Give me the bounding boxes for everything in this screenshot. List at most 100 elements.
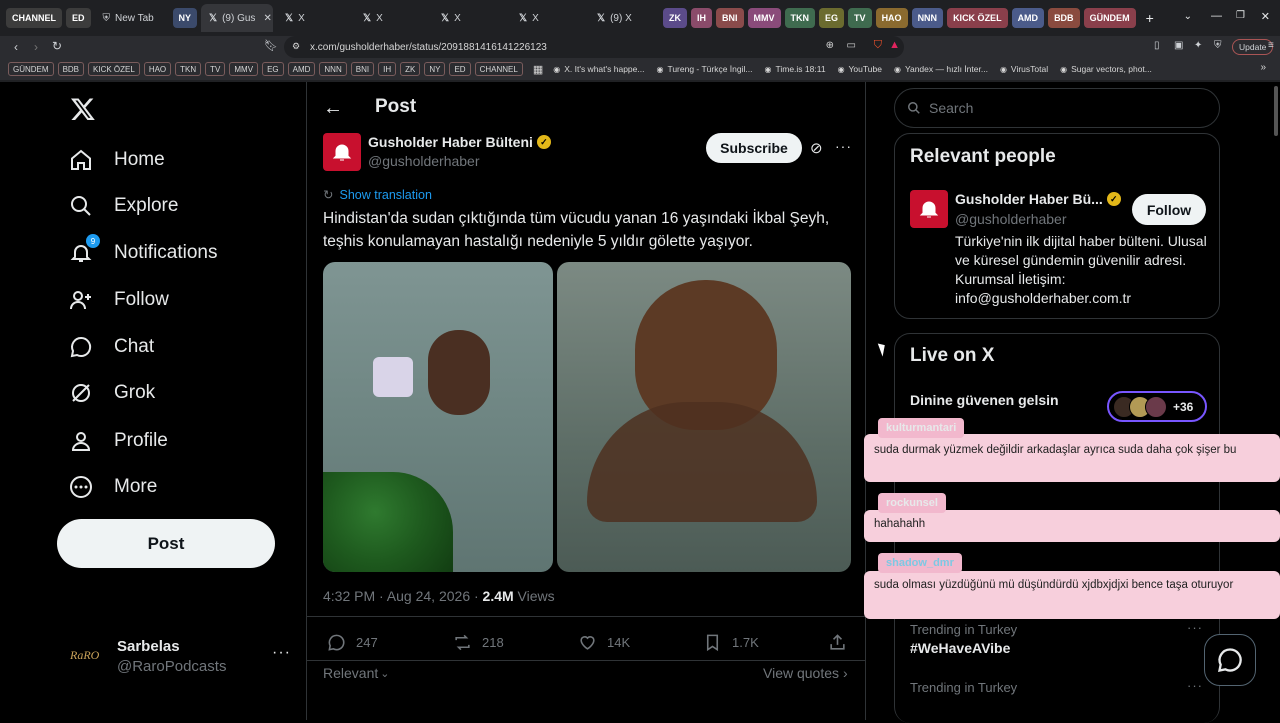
nav-grok[interactable]: Grok bbox=[68, 378, 155, 408]
cast-icon[interactable]: ▭ bbox=[847, 40, 856, 51]
bookmark-folder[interactable]: NY bbox=[424, 62, 446, 76]
sidebar-icon[interactable]: ▯ bbox=[1154, 40, 1160, 51]
nav-home[interactable]: Home bbox=[68, 145, 165, 175]
author-name-row[interactable]: Gusholder Haber Bülteni ✓ bbox=[368, 134, 551, 150]
window-close-icon[interactable]: ✕ bbox=[1261, 10, 1270, 23]
more-dots-icon[interactable]: ··· bbox=[1187, 620, 1203, 635]
bookmark-folder[interactable]: CHANNEL bbox=[474, 62, 523, 76]
search-input[interactable]: Search bbox=[894, 88, 1220, 128]
bookmark-link[interactable]: ◉ X. It's what's happe... bbox=[553, 64, 644, 74]
tab-x[interactable]: 𝕏X bbox=[433, 4, 507, 32]
floating-chat-button[interactable] bbox=[1204, 634, 1256, 686]
more-dots-icon[interactable]: ··· bbox=[272, 644, 291, 662]
bookmark-link[interactable]: ◉ Tureng - Türkçe İngil... bbox=[656, 64, 752, 74]
tab-group-pill[interactable]: IH bbox=[691, 8, 713, 28]
bookmark-button[interactable]: 1.7K bbox=[703, 633, 759, 652]
bookmark-link[interactable]: ◉ YouTube bbox=[838, 64, 882, 74]
live-listeners[interactable]: +36 bbox=[1107, 391, 1207, 422]
tab-group-pill[interactable]: NNN bbox=[911, 8, 944, 28]
tab-group-pill[interactable]: GÜNDEM bbox=[1083, 8, 1136, 28]
tab-x-notif[interactable]: 𝕏 (9) X bbox=[589, 4, 659, 32]
tab-group-pill[interactable]: AMD bbox=[1011, 8, 1045, 28]
minimize-icon[interactable]: — bbox=[1211, 10, 1222, 22]
nav-more[interactable]: More bbox=[68, 472, 157, 502]
back-arrow-icon[interactable]: ← bbox=[323, 97, 343, 120]
tab-x[interactable]: 𝕏X bbox=[277, 4, 351, 32]
wallet-icon[interactable]: ▣ bbox=[1174, 40, 1183, 51]
forward-icon[interactable]: › bbox=[34, 40, 38, 54]
bookmark-icon[interactable]: 🔖︎ bbox=[264, 39, 278, 52]
post-button[interactable]: Post bbox=[57, 519, 275, 568]
more-bookmarks-icon[interactable]: » bbox=[1260, 62, 1266, 73]
chevron-down-icon[interactable]: ⌄ bbox=[1184, 11, 1192, 22]
show-translation-link[interactable]: ↻ Show translation bbox=[323, 187, 432, 203]
account-switcher[interactable]: RaRO Sarbelas @RaroPodcasts ··· bbox=[60, 636, 300, 680]
bookmark-folder[interactable]: ED bbox=[449, 62, 471, 76]
page-scrollbar[interactable] bbox=[1274, 86, 1278, 136]
grok-icon[interactable]: ⊘ bbox=[810, 139, 823, 157]
leo-icon[interactable]: ✦ bbox=[1194, 40, 1202, 51]
reply-sort-dropdown[interactable]: Relevant ⌄ bbox=[323, 665, 389, 681]
zoom-icon[interactable]: ⊕ bbox=[826, 40, 834, 51]
tab-group-pill[interactable]: TKN bbox=[784, 8, 816, 28]
tab-group-pill[interactable]: ZK bbox=[663, 8, 688, 28]
tab-group-pill[interactable]: KICK ÖZEL bbox=[947, 8, 1008, 28]
nav-explore[interactable]: Explore bbox=[68, 191, 178, 221]
brave-shield-icon[interactable]: ⛉ bbox=[874, 39, 882, 52]
post-image-2[interactable] bbox=[557, 262, 851, 572]
tab-new-tab[interactable]: ⛨ New Tab bbox=[95, 4, 169, 32]
live-item-title[interactable]: Dinine güvenen gelsin bbox=[910, 392, 1059, 408]
post-image-1[interactable] bbox=[323, 262, 553, 572]
tab-group-pill[interactable]: MMV bbox=[747, 8, 781, 28]
tab-x[interactable]: 𝕏X bbox=[355, 4, 429, 32]
bookmark-folder[interactable]: KICK ÖZEL bbox=[88, 62, 140, 76]
like-button[interactable]: 14K bbox=[578, 633, 630, 652]
bookmark-folder[interactable]: BDB bbox=[57, 62, 85, 76]
vpn-icon[interactable]: ⛨ bbox=[1214, 40, 1222, 51]
subscribe-button[interactable]: Subscribe bbox=[706, 133, 802, 163]
tab-group-pill[interactable]: BNI bbox=[716, 8, 744, 28]
tab-channel[interactable]: CHANNEL bbox=[6, 8, 62, 28]
bookmark-folder[interactable]: EG bbox=[262, 62, 284, 76]
bookmark-folder[interactable]: TV bbox=[205, 62, 226, 76]
bookmark-folder[interactable]: GÜNDEM bbox=[8, 62, 54, 76]
repost-button[interactable]: 218 bbox=[453, 633, 504, 652]
reply-button[interactable]: 247 bbox=[327, 633, 378, 652]
person-avatar[interactable] bbox=[910, 190, 948, 228]
x-logo[interactable] bbox=[70, 96, 96, 129]
restore-icon[interactable]: ❐ bbox=[1236, 10, 1245, 21]
bookmark-folder[interactable]: BNI bbox=[350, 62, 375, 76]
tab-current[interactable]: 𝕏 (9) Gus ✕ bbox=[201, 4, 274, 32]
follow-button[interactable]: Follow bbox=[1132, 194, 1206, 225]
bookmark-link[interactable]: ◉ Sugar vectors, phot... bbox=[1060, 64, 1152, 74]
bookmark-folder[interactable]: MMV bbox=[229, 62, 259, 76]
reload-icon[interactable]: ↻ bbox=[52, 39, 62, 53]
nav-notifications[interactable]: 9 Notifications bbox=[68, 234, 218, 268]
rewards-icon[interactable]: ▲ bbox=[889, 39, 900, 51]
person-name-row[interactable]: Gusholder Haber Bü... ✓ bbox=[955, 191, 1121, 207]
tab-ny[interactable]: NY bbox=[172, 8, 198, 28]
url-bar[interactable]: ⚙ x.com/gusholderhaber/status/2091881416… bbox=[284, 36, 904, 58]
bookmark-folder[interactable]: TKN bbox=[175, 62, 202, 76]
bookmark-link[interactable]: ◉ Yandex — hızlı İnter... bbox=[894, 64, 988, 74]
nav-chat[interactable]: Chat bbox=[68, 332, 154, 362]
tab-x[interactable]: 𝕏X bbox=[511, 4, 585, 32]
author-avatar[interactable] bbox=[323, 133, 361, 171]
nav-follow[interactable]: Follow bbox=[68, 285, 169, 315]
bookmark-folder[interactable]: IH bbox=[378, 62, 397, 76]
bookmark-folder[interactable]: NNN bbox=[319, 62, 347, 76]
tab-group-pill[interactable]: TV bbox=[848, 8, 872, 28]
apps-grid-icon[interactable]: ▦ bbox=[533, 63, 543, 76]
trend-name[interactable]: #WeHaveAVibe bbox=[910, 640, 1010, 656]
view-quotes-link[interactable]: View quotes › bbox=[763, 665, 848, 681]
more-dots-icon[interactable]: ··· bbox=[1187, 678, 1203, 693]
menu-icon[interactable]: ≡ bbox=[1268, 40, 1274, 51]
bookmark-folder[interactable]: HAO bbox=[143, 62, 172, 76]
bookmark-folder[interactable]: ZK bbox=[400, 62, 421, 76]
share-button[interactable] bbox=[828, 633, 847, 657]
tab-group-pill[interactable]: HAO bbox=[875, 8, 908, 28]
bookmark-link[interactable]: ◉ VirusTotal bbox=[1000, 64, 1048, 74]
tab-ed[interactable]: ED bbox=[66, 8, 91, 28]
bookmark-folder[interactable]: AMD bbox=[287, 62, 316, 76]
site-info-icon[interactable]: ⚙ bbox=[292, 41, 300, 52]
